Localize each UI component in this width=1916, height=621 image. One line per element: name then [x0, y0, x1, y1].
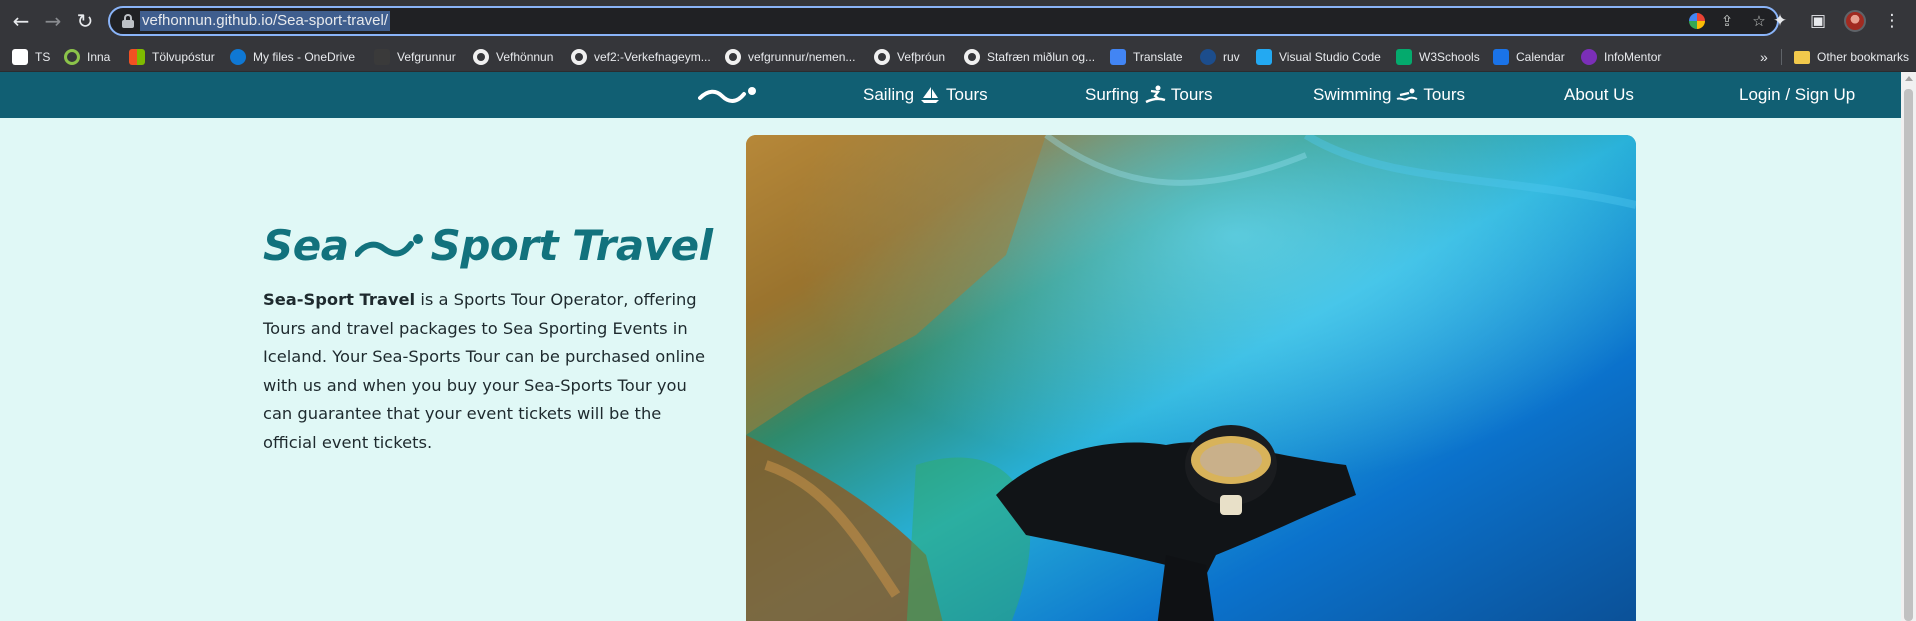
scroll-up-icon[interactable] [1905, 76, 1913, 81]
share-icon[interactable]: ⇪ [1717, 11, 1737, 31]
infomentor-icon [1581, 49, 1597, 65]
github-icon [571, 49, 587, 65]
bookmark-vscode[interactable]: Visual Studio Code [1256, 42, 1381, 72]
github-icon [473, 49, 489, 65]
ruv-icon [1200, 49, 1216, 65]
hero-title: Sea Sport Travel [263, 220, 713, 270]
bookmark-tolvupostur[interactable]: Tölvupóstur [129, 42, 215, 72]
github-icon [874, 49, 890, 65]
profile-icon[interactable] [1844, 10, 1866, 32]
bookmark-stafraen-midlun[interactable]: Stafræn miðlun og... [964, 42, 1095, 72]
bookmarks-divider [1781, 49, 1782, 65]
bookmarks-bar: TS Inna Tölvupóstur My files - OneDrive … [0, 42, 1916, 72]
browser-toolbar: ← → ↻ vefhonnun.github.io/Sea-sport-trav… [0, 0, 1916, 42]
bookmark-calendar[interactable]: Calendar [1493, 42, 1565, 72]
folder-icon [1794, 50, 1810, 64]
sailboat-icon [921, 87, 940, 103]
google-icon[interactable] [1689, 13, 1705, 29]
underwater-snorkeler-photo [746, 135, 1636, 621]
address-bar[interactable]: vefhonnun.github.io/Sea-sport-travel/ ⇪ … [108, 6, 1779, 36]
reload-icon[interactable]: ↻ [72, 8, 98, 34]
bookmark-w3schools[interactable]: W3Schools [1396, 42, 1480, 72]
hero-description: Sea-Sport Travel is a Sports Tour Operat… [263, 290, 705, 452]
more-bookmarks-icon[interactable]: » [1760, 42, 1768, 72]
nav-login-signup[interactable]: Login / Sign Up [1739, 72, 1855, 118]
translate-icon [1110, 49, 1126, 65]
calendar-icon [1493, 49, 1509, 65]
vefgrunnur-icon [374, 49, 390, 65]
bookmark-vef2[interactable]: vef2:-Verkefnageym... [571, 42, 711, 72]
vscode-icon [1256, 49, 1272, 65]
photo-content [746, 135, 1636, 621]
star-icon[interactable]: ☆ [1749, 11, 1769, 31]
bookmark-ruv[interactable]: ruv [1200, 42, 1240, 72]
nav-surfing-tours[interactable]: Surfing Tours [1085, 72, 1212, 118]
forward-icon[interactable]: → [40, 8, 66, 34]
ts-icon [12, 49, 28, 65]
bookmark-vefhonnun[interactable]: Vefhönnun [473, 42, 553, 72]
onedrive-icon [230, 49, 246, 65]
scroll-thumb[interactable] [1904, 89, 1913, 621]
lock-icon[interactable] [122, 14, 134, 28]
surfer-icon [1145, 85, 1166, 104]
page-scrollbar[interactable] [1901, 72, 1916, 621]
github-icon [725, 49, 741, 65]
bookmark-translate[interactable]: Translate [1110, 42, 1183, 72]
bookmark-onedrive[interactable]: My files - OneDrive [230, 42, 355, 72]
site-navbar: Sailing Tours Surfing Tours Swimming Tou… [0, 72, 1901, 118]
extensions-icon[interactable]: ✦ [1768, 9, 1792, 33]
bookmark-infomentor[interactable]: InfoMentor [1581, 42, 1661, 72]
url-text[interactable]: vefhonnun.github.io/Sea-sport-travel/ [140, 11, 390, 31]
swimmer-icon [1396, 88, 1418, 101]
bookmark-vefgrunnur[interactable]: Vefgrunnur [374, 42, 456, 72]
microsoft-icon [129, 49, 145, 65]
nav-swimming-tours[interactable]: Swimming Tours [1313, 72, 1465, 118]
sea-sport-wave-logo-icon[interactable] [698, 84, 758, 106]
bookmark-vefgrunnur-nemen[interactable]: vefgrunnur/nemen... [725, 42, 855, 72]
bookmark-other[interactable]: Other bookmarks [1794, 42, 1909, 72]
nav-sailing-tours[interactable]: Sailing Tours [863, 72, 988, 118]
nav-about-us[interactable]: About Us [1564, 72, 1634, 118]
brand-name: Sea-Sport Travel [263, 290, 416, 309]
menu-icon[interactable]: ⋮ [1880, 9, 1904, 33]
github-icon [964, 49, 980, 65]
wave-logo-icon [354, 234, 423, 257]
back-icon[interactable]: ← [8, 8, 34, 34]
web-page: Sailing Tours Surfing Tours Swimming Tou… [0, 72, 1901, 621]
w3schools-icon [1396, 49, 1412, 65]
bookmark-inna[interactable]: Inna [64, 42, 110, 72]
inna-icon [64, 49, 80, 65]
bookmark-ts[interactable]: TS [12, 42, 50, 72]
bookmark-vefthroun[interactable]: Vefþróun [874, 42, 945, 72]
sidepanel-icon[interactable]: ▣ [1806, 9, 1830, 33]
